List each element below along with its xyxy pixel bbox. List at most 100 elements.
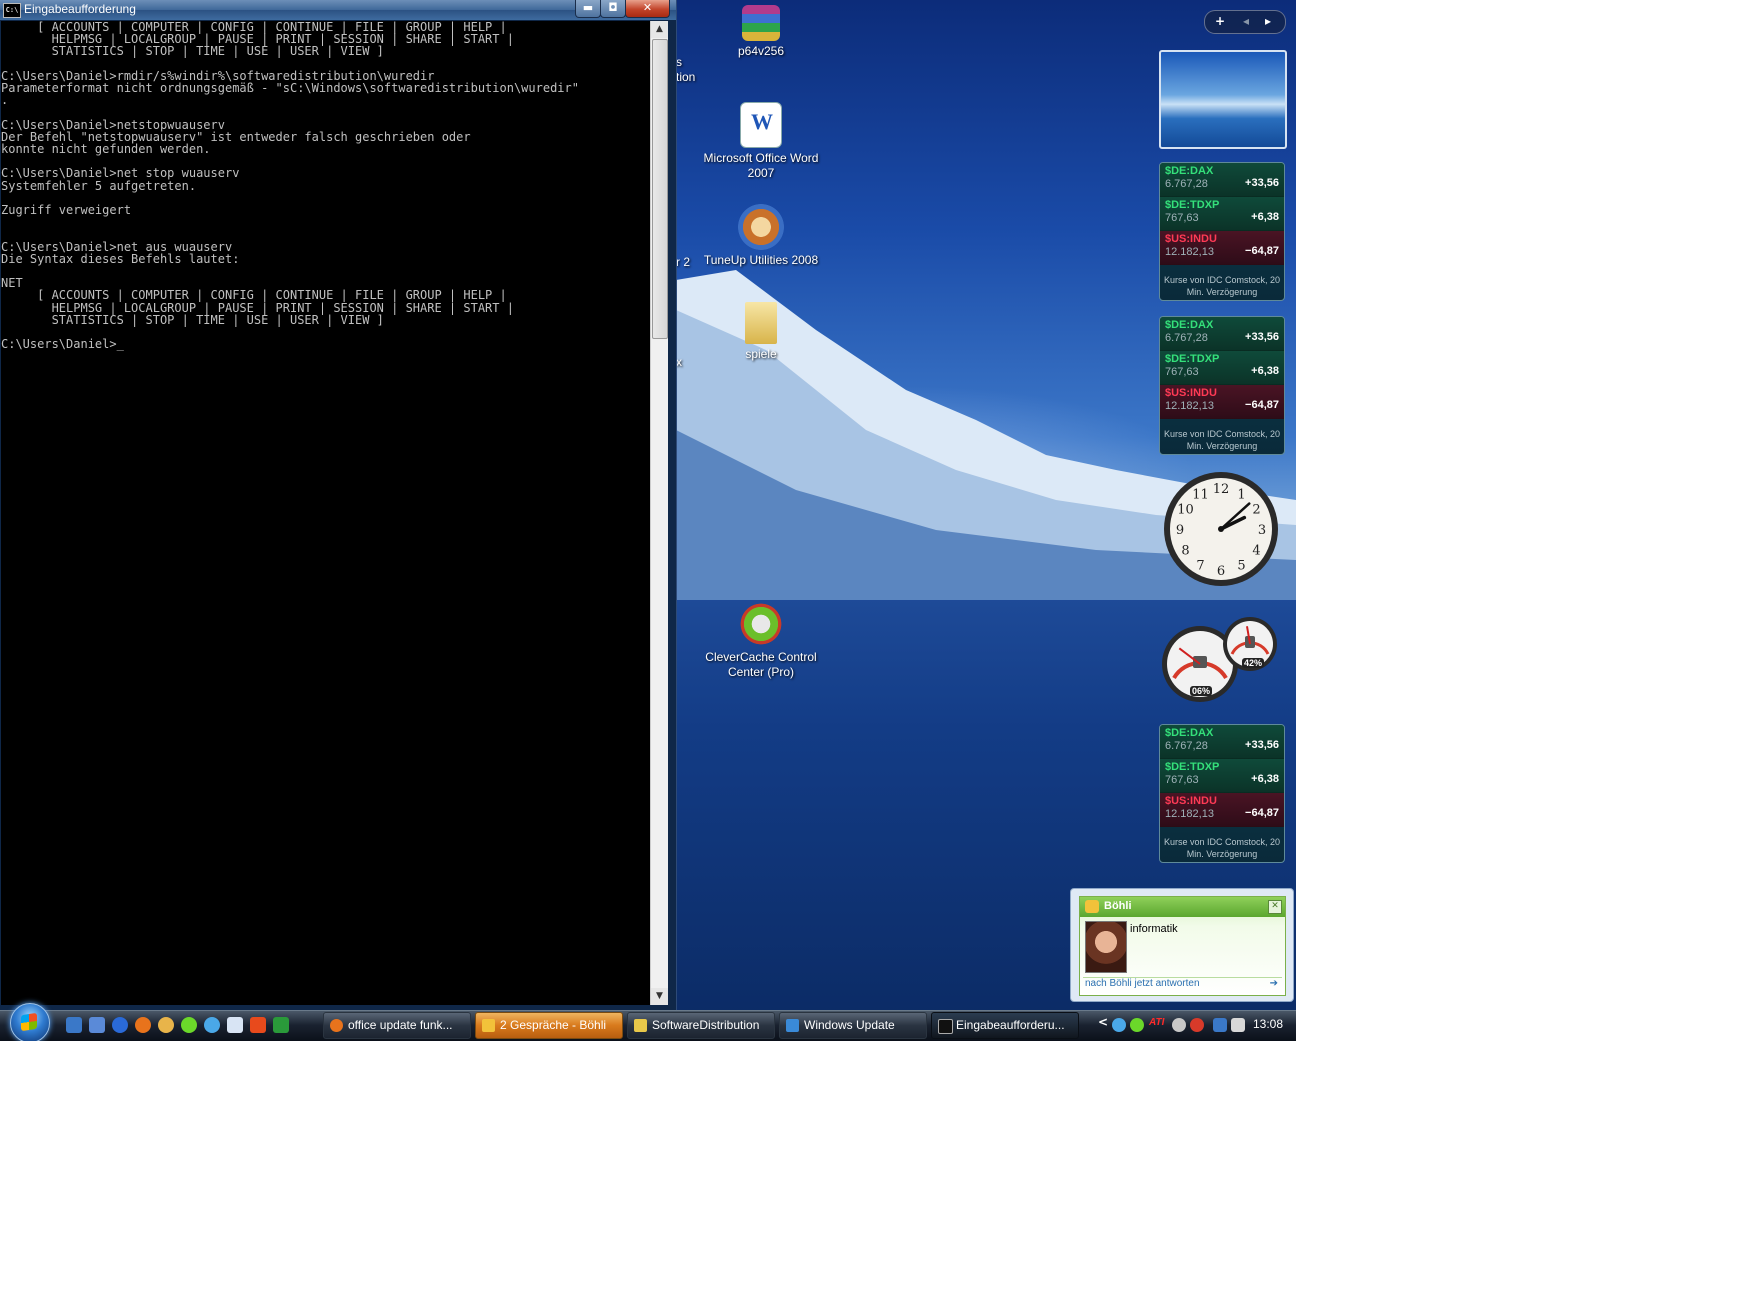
scroll-thumb[interactable] bbox=[652, 39, 668, 339]
stock-row[interactable]: $US:INDU 12.182,13 −64,87 bbox=[1160, 231, 1284, 265]
messenger-quicklaunch-icon[interactable] bbox=[158, 1017, 174, 1033]
tray-user-icon[interactable] bbox=[1172, 1018, 1186, 1032]
stock-row[interactable]: $DE:TDXP 767,63 +6,38 bbox=[1160, 759, 1284, 793]
desktop-icon-spiele[interactable]: spiele bbox=[696, 302, 826, 362]
taskbar-item-label: Windows Update bbox=[804, 1018, 895, 1032]
reply-link[interactable]: nach Böhli jetzt antworten ➔ bbox=[1083, 977, 1282, 992]
memory-percent: 42% bbox=[1242, 658, 1265, 668]
clock-numeral: 1 bbox=[1237, 487, 1245, 502]
desktop-icon-p64v256[interactable]: p64v256 bbox=[696, 5, 826, 59]
taskbar-item-folder[interactable]: SoftwareDistribution bbox=[627, 1012, 775, 1039]
stock-symbol: $DE:DAX bbox=[1165, 319, 1214, 331]
cpu-meter-gadget[interactable]: 06% 42% bbox=[1160, 612, 1284, 704]
stock-price: 12.182,13 bbox=[1165, 400, 1214, 412]
mail-icon[interactable] bbox=[227, 1017, 243, 1033]
stock-row[interactable]: $US:INDU 12.182,13 −64,87 bbox=[1160, 793, 1284, 827]
download-manager-icon[interactable] bbox=[250, 1017, 266, 1033]
cmd-window[interactable]: C:\ Eingabeaufforderung ▬ ◘ ✕ [ ACCOUNTS… bbox=[0, 0, 677, 1010]
chat-notification-body[interactable]: Böhli ✕ informatik nach Böhli jetzt antw… bbox=[1079, 896, 1286, 996]
cmd-icon[interactable]: C:\ bbox=[3, 3, 21, 18]
slideshow-gadget[interactable] bbox=[1159, 50, 1287, 149]
stock-symbol: $US:INDU bbox=[1165, 795, 1217, 807]
stocks-gadget[interactable]: $DE:DAX 6.767,28 +33,56 $DE:TDXP 767,63 +6,3… bbox=[1159, 162, 1285, 301]
taskbar-item-cmd[interactable]: Eingabeaufforderu... bbox=[931, 1012, 1079, 1039]
taskbar-item-windows-update[interactable]: Windows Update bbox=[779, 1012, 927, 1039]
tray-messenger-icon[interactable] bbox=[1112, 1018, 1126, 1032]
clock-pin bbox=[1218, 526, 1224, 532]
volume-icon[interactable] bbox=[1231, 1018, 1245, 1032]
arrow-right-icon: ➔ bbox=[1269, 978, 1278, 989]
chat-header: Böhli ✕ bbox=[1080, 897, 1285, 917]
clock-gadget[interactable]: 12 12 3 45678 9 1011 bbox=[1162, 470, 1280, 588]
network-icon[interactable] bbox=[1213, 1018, 1227, 1032]
tray-security-icon[interactable] bbox=[1190, 1018, 1204, 1032]
taskbar-item-label: 2 Gespräche - Böhli bbox=[500, 1018, 607, 1032]
icq-icon[interactable] bbox=[181, 1017, 197, 1033]
avatar bbox=[1085, 921, 1127, 973]
clock-numeral: 10 bbox=[1177, 503, 1194, 518]
live-messenger-icon[interactable] bbox=[204, 1017, 220, 1033]
previous-icon[interactable]: ◂ bbox=[1243, 14, 1249, 28]
desktop-icon-clevercache[interactable]: CleverCache Control Center (Pro) bbox=[696, 601, 826, 680]
close-button[interactable]: ✕ bbox=[625, 0, 670, 18]
stock-change: +6,38 bbox=[1251, 211, 1279, 223]
internet-explorer-icon[interactable] bbox=[112, 1017, 128, 1033]
stock-symbol: $DE:TDXP bbox=[1165, 199, 1220, 211]
stocks-gadget[interactable]: $DE:DAX 6.767,28 +33,56 $DE:TDXP 767,63 +6,3… bbox=[1159, 724, 1285, 863]
tuneup-icon bbox=[738, 204, 784, 250]
chat-notification[interactable]: Böhli ✕ informatik nach Böhli jetzt antw… bbox=[1070, 888, 1294, 1002]
minimize-button[interactable]: ▬ bbox=[575, 0, 601, 18]
stock-price: 6.767,28 bbox=[1165, 178, 1208, 190]
desktop-icon-label: TuneUp Utilities 2008 bbox=[703, 253, 819, 267]
desktop-icon-tuneup[interactable]: TuneUp Utilities 2008 bbox=[696, 204, 826, 268]
stock-symbol: $DE:DAX bbox=[1165, 165, 1214, 177]
taskbar-item-chat[interactable]: 2 Gespräche - Böhli bbox=[475, 1012, 623, 1039]
stocks-note: Kurse von IDC Comstock, 20 Min. Verzöger… bbox=[1163, 275, 1281, 297]
close-icon[interactable]: ✕ bbox=[1268, 900, 1282, 914]
stock-price: 767,63 bbox=[1165, 774, 1199, 786]
stock-symbol: $DE:TDXP bbox=[1165, 761, 1220, 773]
vertical-scrollbar[interactable]: ▲ ▼ bbox=[650, 21, 668, 1005]
stock-row[interactable]: $DE:DAX 6.767,28 +33,56 bbox=[1160, 163, 1284, 197]
stocks-gadget[interactable]: $DE:DAX 6.767,28 +33,56 $DE:TDXP 767,63 +6,3… bbox=[1159, 316, 1285, 455]
meter-dials bbox=[1162, 617, 1277, 702]
ati-icon[interactable]: ATI bbox=[1149, 1017, 1164, 1028]
maximize-button[interactable]: ◘ bbox=[600, 0, 626, 18]
chat-message: informatik bbox=[1130, 923, 1178, 935]
scroll-down-icon[interactable]: ▼ bbox=[651, 988, 668, 1005]
stock-symbol: $DE:TDXP bbox=[1165, 353, 1220, 365]
stock-price: 12.182,13 bbox=[1165, 246, 1214, 258]
stock-row[interactable]: $DE:DAX 6.767,28 +33,56 bbox=[1160, 317, 1284, 351]
clipped-icon-label: r 2 bbox=[676, 255, 691, 269]
firefox-icon[interactable] bbox=[135, 1017, 151, 1033]
stock-row[interactable]: $DE:TDXP 767,63 +6,38 bbox=[1160, 351, 1284, 385]
console-text: [ ACCOUNTS | COMPUTER | CONFIG | CONTINU… bbox=[1, 21, 579, 352]
taskbar-item-label: SoftwareDistribution bbox=[652, 1018, 760, 1032]
stocks-note: Kurse von IDC Comstock, 20 Min. Verzöger… bbox=[1163, 429, 1281, 451]
stock-symbol: $DE:DAX bbox=[1165, 727, 1214, 739]
clock-numeral: 8 bbox=[1181, 544, 1189, 559]
cmd-titlebar[interactable]: C:\ Eingabeaufforderung ▬ ◘ ✕ bbox=[0, 0, 676, 20]
tray-icq-icon[interactable] bbox=[1130, 1018, 1144, 1032]
sidebar-control: + ◂ ▸ bbox=[1204, 10, 1286, 34]
stock-price: 6.767,28 bbox=[1165, 332, 1208, 344]
tray-expand-icon[interactable]: < bbox=[1098, 1015, 1108, 1029]
switch-windows-icon[interactable] bbox=[89, 1017, 105, 1033]
add-gadget-icon[interactable]: + bbox=[1215, 14, 1225, 28]
stock-row[interactable]: $DE:DAX 6.767,28 +33,56 bbox=[1160, 725, 1284, 759]
stock-symbol: $US:INDU bbox=[1165, 233, 1217, 245]
taskbar-item-label: Eingabeaufforderu... bbox=[956, 1018, 1065, 1032]
desktop-icon-word[interactable]: Microsoft Office Word 2007 bbox=[696, 102, 826, 181]
next-icon[interactable]: ▸ bbox=[1265, 14, 1271, 28]
taskbar-clock[interactable]: 13:08 bbox=[1253, 1017, 1283, 1031]
desktop-icon-label: spiele bbox=[745, 347, 777, 361]
taskbar-item-firefox[interactable]: office update funk... bbox=[323, 1012, 471, 1039]
stock-row[interactable]: $US:INDU 12.182,13 −64,87 bbox=[1160, 385, 1284, 419]
show-desktop-icon[interactable] bbox=[66, 1017, 82, 1033]
cmd-icon bbox=[938, 1019, 953, 1034]
stock-row[interactable]: $DE:TDXP 767,63 +6,38 bbox=[1160, 197, 1284, 231]
console-output[interactable]: [ ACCOUNTS | COMPUTER | CONFIG | CONTINU… bbox=[1, 21, 650, 1005]
start-button[interactable] bbox=[10, 1003, 50, 1041]
excel-icon[interactable] bbox=[273, 1017, 289, 1033]
scroll-up-icon[interactable]: ▲ bbox=[651, 21, 668, 38]
